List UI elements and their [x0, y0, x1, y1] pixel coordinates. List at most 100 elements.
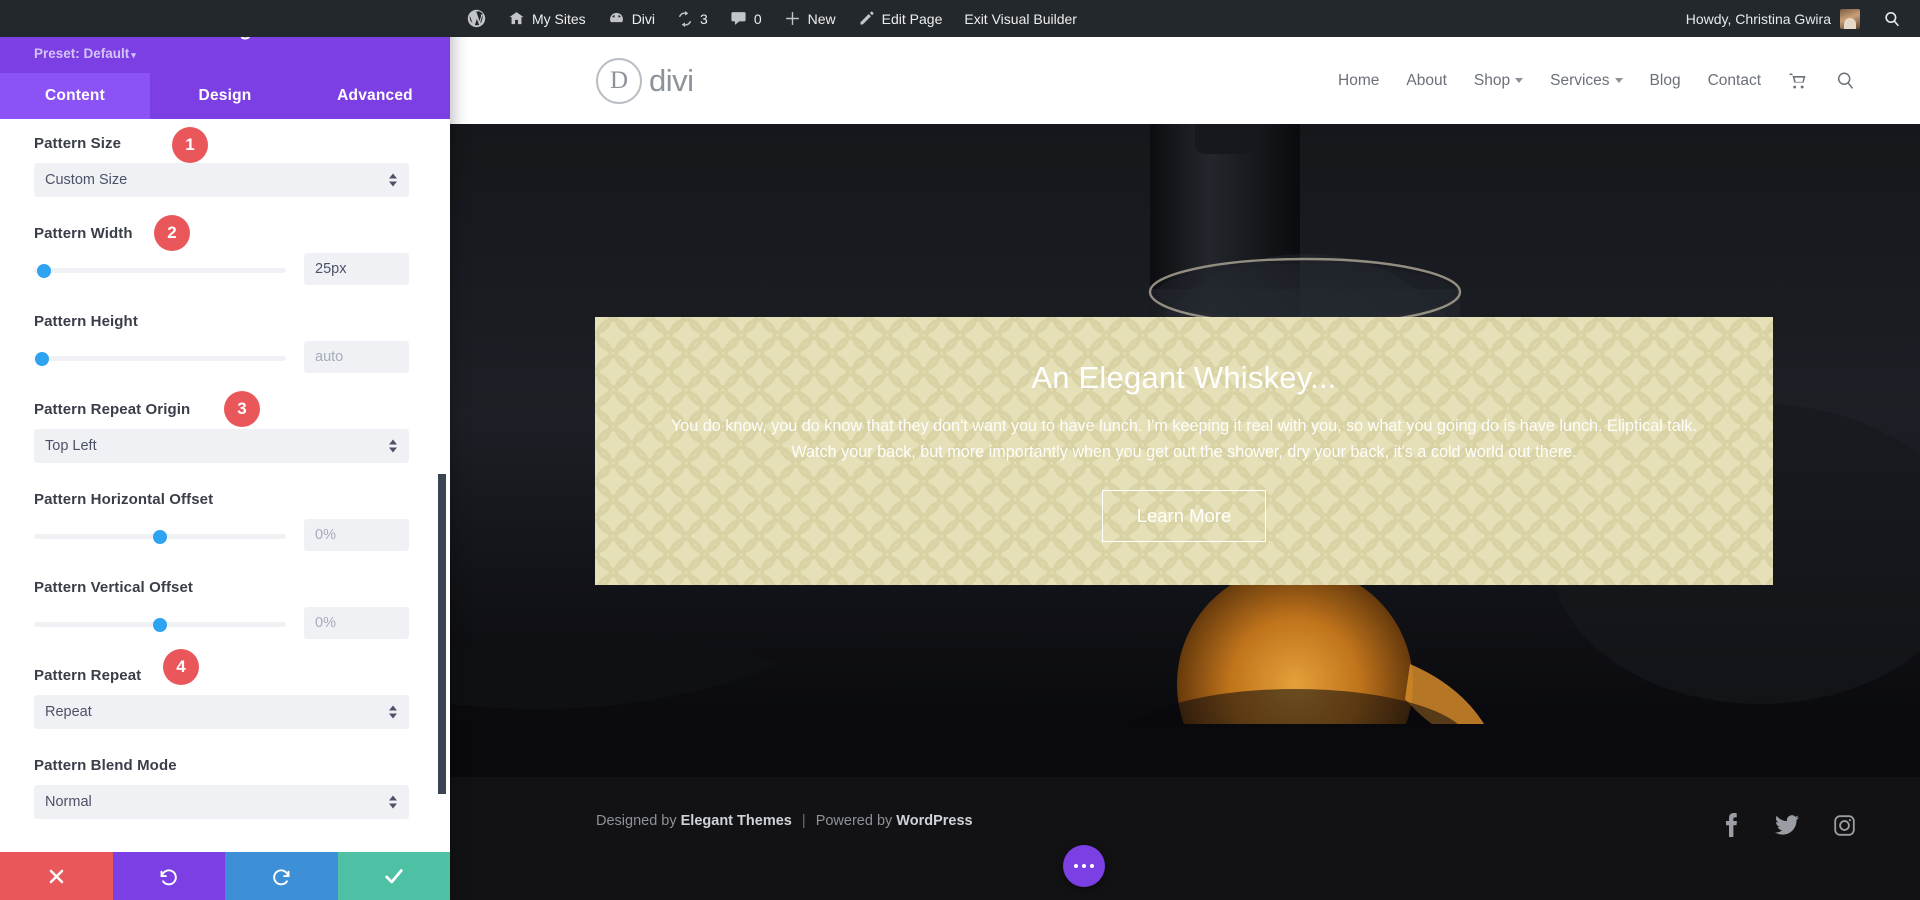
- preset-selector[interactable]: Preset: Default▾: [34, 46, 428, 61]
- adminbar-label: Divi: [632, 11, 655, 27]
- field-pattern-vertical-offset: Pattern Vertical Offset: [34, 579, 409, 639]
- sites-icon: [508, 10, 525, 27]
- tab-content[interactable]: Content: [0, 73, 150, 119]
- adminbar-howdy[interactable]: Howdy, Christina Gwira: [1676, 0, 1870, 37]
- divi-logo-wordmark: divi: [649, 63, 694, 99]
- cta-title: An Elegant Whiskey...: [647, 360, 1721, 396]
- field-label: Pattern Horizontal Offset: [34, 491, 213, 508]
- footer-credit-platform[interactable]: WordPress: [896, 813, 972, 829]
- nav-item-services[interactable]: Services: [1550, 72, 1622, 90]
- site-header: D divi Home About Shop Services Blog Con…: [450, 37, 1920, 124]
- nav-item-contact[interactable]: Contact: [1708, 72, 1761, 90]
- tab-design[interactable]: Design: [150, 73, 300, 119]
- chevron-down-icon: [1515, 78, 1523, 83]
- divi-logo-letter: D: [596, 58, 642, 104]
- nav-label: Contact: [1708, 72, 1761, 90]
- field-label: Pattern Width: [34, 225, 133, 242]
- howdy-label: Howdy, Christina Gwira: [1686, 11, 1831, 27]
- adminbar-divi[interactable]: Divi: [597, 0, 666, 37]
- settings-scroll-area[interactable]: Pattern Size 1 Custom Size Pattern Width…: [0, 119, 450, 852]
- chevron-down-icon: [1615, 78, 1623, 83]
- field-pattern-blend-mode: Pattern Blend Mode Normal: [34, 757, 409, 819]
- slider-pattern-horizontal-offset[interactable]: [34, 534, 286, 539]
- chevron-down-icon: ▾: [131, 50, 136, 60]
- redo-button[interactable]: [225, 852, 338, 900]
- adminbar-my-sites[interactable]: My Sites: [497, 0, 597, 37]
- slider-knob[interactable]: [35, 352, 49, 366]
- slider-knob[interactable]: [153, 618, 167, 632]
- hero-section: An Elegant Whiskey... You do know, you d…: [450, 124, 1920, 777]
- slider-knob[interactable]: [37, 264, 51, 278]
- nav-label: Home: [1338, 72, 1379, 90]
- field-pattern-size: Pattern Size 1 Custom Size: [34, 135, 409, 197]
- select-pattern-blend-mode[interactable]: Normal: [34, 785, 409, 819]
- nav-item-home[interactable]: Home: [1338, 72, 1379, 90]
- footer-credit-mid: Powered by: [816, 813, 893, 829]
- field-pattern-horizontal-offset: Pattern Horizontal Offset: [34, 491, 409, 551]
- slider-pattern-width[interactable]: [34, 268, 286, 273]
- field-label: Pattern Blend Mode: [34, 757, 177, 774]
- adminbar-new[interactable]: New: [773, 0, 847, 37]
- site-navigation: Home About Shop Services Blog Contact: [1338, 70, 1856, 91]
- settings-panel-scrollbar[interactable]: [438, 474, 446, 794]
- field-label: Pattern Height: [34, 313, 138, 330]
- preset-label: Preset: Default: [34, 46, 129, 61]
- field-pattern-repeat-origin: Pattern Repeat Origin 3 Top Left: [34, 401, 409, 463]
- input-pattern-vertical-offset[interactable]: [304, 607, 409, 639]
- field-pattern-width: Pattern Width 2: [34, 225, 409, 285]
- tab-advanced[interactable]: Advanced: [300, 73, 450, 119]
- adminbar-updates[interactable]: 3: [666, 0, 719, 37]
- call-to-action-module[interactable]: An Elegant Whiskey... You do know, you d…: [595, 317, 1773, 585]
- slider-pattern-height[interactable]: [34, 356, 286, 361]
- footer-credit-brand[interactable]: Elegant Themes: [681, 813, 792, 829]
- adminbar-wordpress-logo[interactable]: [456, 0, 497, 37]
- select-pattern-repeat[interactable]: Repeat: [34, 695, 409, 729]
- cta-learn-more-button[interactable]: Learn More: [1102, 490, 1267, 542]
- adminbar-label: Edit Page: [882, 11, 943, 27]
- select-pattern-size[interactable]: Custom Size: [34, 163, 409, 197]
- avatar: [1840, 9, 1860, 29]
- adminbar-search-icon[interactable]: [1870, 0, 1914, 37]
- shopping-cart-icon[interactable]: [1788, 71, 1808, 91]
- adminbar-edit-page[interactable]: Edit Page: [847, 0, 954, 37]
- ellipsis-dot: [1074, 864, 1078, 868]
- step-badge-3: 3: [224, 391, 260, 427]
- nav-item-blog[interactable]: Blog: [1650, 72, 1681, 90]
- slider-pattern-vertical-offset[interactable]: [34, 622, 286, 627]
- divi-logo[interactable]: D divi: [596, 58, 694, 104]
- nav-item-shop[interactable]: Shop: [1474, 72, 1523, 90]
- step-badge-4: 4: [163, 649, 199, 685]
- footer-credit: Designed by Elegant Themes | Powered by …: [596, 813, 973, 829]
- facebook-icon[interactable]: [1721, 813, 1741, 837]
- nav-item-about[interactable]: About: [1406, 72, 1447, 90]
- nav-label: Services: [1550, 72, 1609, 90]
- adminbar-label: My Sites: [532, 11, 586, 27]
- search-icon[interactable]: [1835, 70, 1856, 91]
- adminbar-label: 3: [700, 11, 708, 27]
- field-label: Pattern Vertical Offset: [34, 579, 193, 596]
- wordpress-logo-icon: [467, 9, 486, 28]
- builder-settings-fab[interactable]: [1063, 845, 1105, 887]
- adminbar-label: Exit Visual Builder: [964, 11, 1077, 27]
- input-pattern-width[interactable]: [304, 253, 409, 285]
- slider-knob[interactable]: [153, 530, 167, 544]
- field-label: Pattern Repeat Origin: [34, 401, 190, 418]
- divi-dashboard-icon: [608, 10, 625, 27]
- undo-button[interactable]: [113, 852, 226, 900]
- cancel-button[interactable]: [0, 852, 113, 900]
- instagram-icon[interactable]: [1833, 814, 1856, 837]
- input-pattern-height[interactable]: [304, 341, 409, 373]
- twitter-icon[interactable]: [1775, 814, 1799, 836]
- settings-tabs: Content Design Advanced: [0, 73, 450, 119]
- adminbar-label: 0: [754, 11, 762, 27]
- footer-social-links: [1721, 813, 1856, 837]
- footer-credit-prefix: Designed by: [596, 813, 677, 829]
- pencil-icon: [858, 10, 875, 27]
- adminbar-comments[interactable]: 0: [719, 0, 773, 37]
- step-badge-1: 1: [172, 127, 208, 163]
- select-pattern-repeat-origin[interactable]: Top Left: [34, 429, 409, 463]
- input-pattern-horizontal-offset[interactable]: [304, 519, 409, 551]
- field-pattern-height: Pattern Height: [34, 313, 409, 373]
- save-button[interactable]: [338, 852, 451, 900]
- adminbar-exit-visual-builder[interactable]: Exit Visual Builder: [953, 0, 1088, 37]
